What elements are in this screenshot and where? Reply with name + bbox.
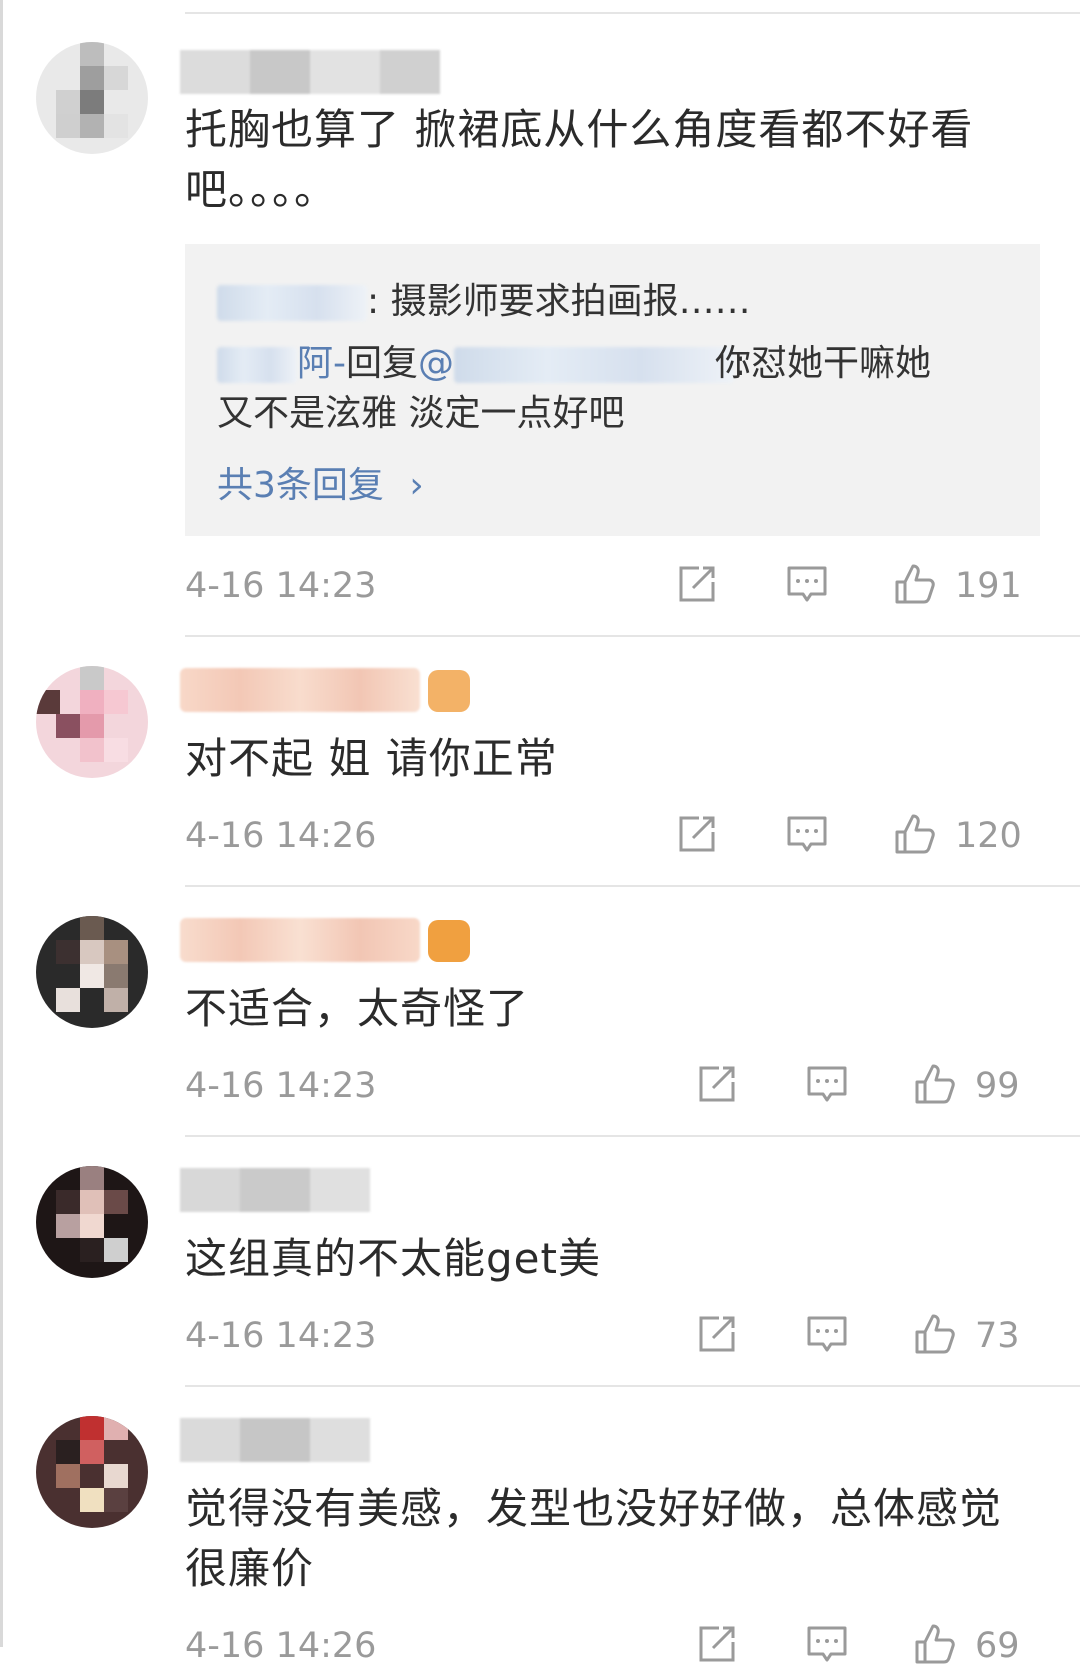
like-count: 99 (975, 1066, 1020, 1106)
thumbs-up-icon[interactable] (893, 812, 937, 856)
reply-text: 摄影师要求拍画报…… (390, 281, 751, 322)
comment-meta: 4-16 14:23 73 (185, 1312, 1040, 1362)
comment-divider (185, 1135, 1080, 1137)
comment-divider (185, 1385, 1080, 1387)
comment-meta: 4-16 14:23 99 (185, 1062, 1040, 1112)
avatar[interactable] (36, 42, 148, 154)
timestamp: 4-16 14:26 (185, 816, 377, 856)
share-icon[interactable] (695, 1622, 739, 1666)
share-icon[interactable] (695, 1062, 739, 1106)
comment-text: 对不起 姐 请你正常 (185, 734, 558, 783)
thumbs-up-icon[interactable] (913, 1622, 957, 1666)
username[interactable] (180, 1168, 370, 1212)
username[interactable] (180, 668, 420, 712)
more-replies-link[interactable]: 共3条回复 › (217, 456, 424, 508)
comment-meta: 4-16 14:23 191 (185, 562, 1040, 612)
comment-text: 这组真的不太能get美 (185, 1234, 601, 1283)
reply-line: 阿-回复@: (217, 334, 746, 386)
comment-text: 不适合，太奇怪了 (185, 984, 530, 1033)
reply-line: : 摄影师要求拍画报…… (217, 272, 751, 324)
comment-text: 觉得没有美感，发型也没好好做，总体感觉很廉价 (185, 1484, 1003, 1593)
reply-box[interactable]: : 摄影师要求拍画报…… 阿-回复@: 你怼她干嘛她 又不是泫雅 淡定一点好吧 … (185, 244, 1040, 536)
left-edge (0, 0, 3, 1647)
username[interactable] (180, 50, 450, 94)
more-replies-label: 共3条回复 (217, 465, 384, 506)
timestamp: 4-16 14:23 (185, 1316, 377, 1356)
comment-icon[interactable] (785, 812, 829, 856)
reply-text-continued: 又不是泫雅 淡定一点好吧 (217, 393, 625, 434)
like-count: 120 (955, 816, 1022, 856)
timestamp: 4-16 14:23 (185, 1066, 377, 1106)
crown-badge-icon (428, 920, 470, 962)
top-divider (185, 12, 1080, 14)
chevron-right-icon: › (409, 465, 424, 506)
comment-meta: 4-16 14:26 69 (185, 1622, 1040, 1672)
timestamp: 4-16 14:23 (185, 566, 377, 606)
thumbs-up-icon[interactable] (913, 1062, 957, 1106)
thumbs-up-icon[interactable] (913, 1312, 957, 1356)
like-count: 191 (955, 566, 1022, 606)
comment-icon[interactable] (785, 562, 829, 606)
avatar[interactable] (36, 666, 148, 778)
comment-meta: 4-16 14:26 120 (185, 812, 1040, 862)
username[interactable] (180, 1418, 370, 1462)
share-icon[interactable] (675, 562, 719, 606)
reply-mention[interactable]: @ (418, 343, 454, 384)
timestamp: 4-16 14:26 (185, 1626, 377, 1666)
reply-separator: : (367, 281, 391, 322)
avatar[interactable] (36, 916, 148, 1028)
reply-text: 你怼她干嘛她 (715, 343, 932, 384)
like-count: 73 (975, 1316, 1020, 1356)
avatar[interactable] (36, 1166, 148, 1278)
reply-author[interactable]: 阿- (297, 343, 346, 384)
like-count: 69 (975, 1626, 1020, 1666)
comment-icon[interactable] (805, 1622, 849, 1666)
share-icon[interactable] (675, 812, 719, 856)
crown-badge-icon (428, 670, 470, 712)
avatar[interactable] (36, 1416, 148, 1528)
username[interactable] (180, 918, 420, 962)
comment-icon[interactable] (805, 1312, 849, 1356)
comment-divider (185, 885, 1080, 887)
comment-divider (185, 635, 1080, 637)
comment-icon[interactable] (805, 1062, 849, 1106)
share-icon[interactable] (695, 1312, 739, 1356)
reply-word: 回复 (346, 343, 419, 384)
thumbs-up-icon[interactable] (893, 562, 937, 606)
comment-text: 托胸也算了 掀裙底从什么角度看都不好看吧。。。。 (185, 105, 974, 214)
